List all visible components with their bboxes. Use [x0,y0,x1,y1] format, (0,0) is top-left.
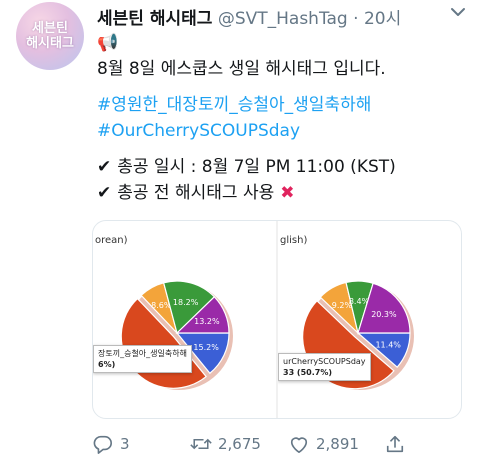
chart-tooltip-left: 장토끼_승철아_생일축하해 6%) [93,345,192,373]
media-image-left[interactable]: orean) 15.2% 8.6% 18.2% 13.2% 장토끼_승철아_생일축하해… [93,221,276,418]
schedule-text: 총공 일시 : 8월 7일 PM 11:00 (KST) [117,157,396,177]
like-count: 2,891 [316,435,359,453]
announcement-line: 8월 8일 에스쿱스 생일 해시태그 입니다. [97,59,386,79]
retweet-count: 2,675 [218,435,261,453]
chevron-down-icon[interactable] [450,6,466,18]
chart-label-left: orean) [95,235,128,246]
user-handle[interactable]: @SVT_HashTag [218,9,348,29]
display-name[interactable]: 세븐틴 해시태그 [97,9,212,29]
rule-text: 총공 전 해시태그 사용 [117,183,275,203]
share-button[interactable] [384,434,406,454]
tweet-header: 세븐틴 해시태그 @SVT_HashTag · 20시 [97,4,450,29]
pie-chart-right: 11.4%9.2%8.4%20.3% [302,280,414,390]
reply-icon [93,435,112,454]
pie-slice-label: 13.2% [194,317,220,326]
reply-button[interactable]: 3 [92,434,130,454]
tooltip-label-left: 장토끼_승철아_생일축하해 [98,349,187,358]
pie-slice-label: 18.2% [173,298,199,307]
tweet-actions: 3 2,675 2,891 [92,434,480,456]
reply-count: 3 [120,435,130,453]
share-icon [386,435,404,453]
heart-icon [290,437,308,453]
schedule-line: ✔ 총공 일시 : 8월 7일 PM 11:00 (KST) [97,154,464,180]
retweet-icon [190,438,212,450]
chart-label-right: glish) [280,235,308,246]
tooltip-label-right: urCherrySCOUPSday [283,357,366,366]
avatar-text-line-2: 해시태그 [26,36,74,51]
like-button[interactable]: 2,891 [288,434,359,454]
megaphone-icon: 📢 [97,33,119,53]
hashtag-korean-link[interactable]: #영원한_대장토끼_승철아_생일축하해 [97,92,464,118]
avatar-text-line-1: 세븐틴 [32,21,68,36]
pie-slice-label: 11.4% [375,340,401,349]
retweet-button[interactable]: 2,675 [190,434,261,454]
media-attachments[interactable]: orean) 15.2% 8.6% 18.2% 13.2% 장토끼_승철아_생일축하해… [92,220,462,419]
media-image-right[interactable]: glish) 11.4% 9.2% 8.4% 20.3% urCherrySCOUPS… [278,221,461,418]
avatar[interactable]: 세븐틴 해시태그 [16,2,84,70]
pie-chart-left: 15.2%8.6% 18.2%13.2% [120,280,233,390]
separator-dot: · [353,9,359,29]
tooltip-value-right: 33 (50.7%) [283,368,332,377]
pie-slice-label: 20.3% [371,310,397,319]
check-mark-icon: ✔ [97,157,112,177]
chart-tooltip-right: urCherrySCOUPSday 33 (50.7%) [278,353,371,381]
tooltip-value-left: 6%) [98,360,116,369]
rule-line: ✔ 총공 전 해시태그 사용 ✖ [97,180,464,206]
tweet-text: 📢 8월 8일 에스쿱스 생일 해시태그 입니다. #영원한_대장토끼_승철아_… [97,30,464,206]
tweet-timestamp[interactable]: 20시 [364,9,401,29]
hashtag-english-link[interactable]: #OurCherrySCOUPSday [97,118,464,144]
pie-slice-label: 15.2% [193,343,219,352]
check-mark-icon: ✔ [97,183,112,203]
cross-mark-icon: ✖ [280,183,295,203]
